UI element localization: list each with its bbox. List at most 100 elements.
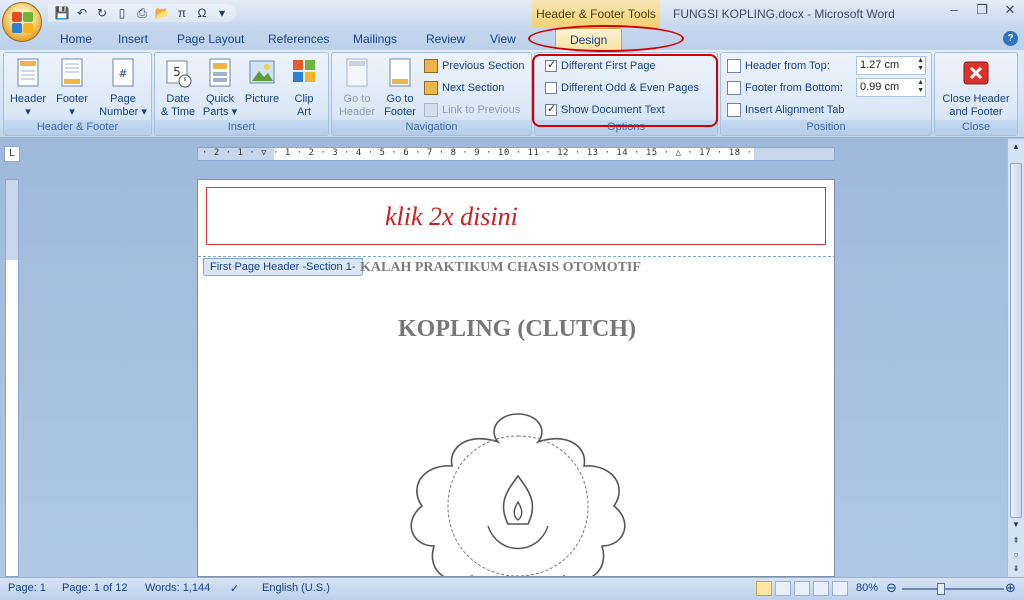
svg-text:5: 5	[173, 65, 181, 79]
help-icon[interactable]: ?	[1003, 31, 1018, 46]
tab-insert[interactable]: Insert	[118, 32, 148, 46]
header-from-top-label-row: Header from Top:	[727, 57, 830, 75]
office-button[interactable]	[2, 2, 42, 42]
close-icon[interactable]: ✕	[1002, 2, 1018, 18]
new-document-icon[interactable]: ▯	[114, 5, 130, 21]
vertical-scrollbar[interactable]: ▲ ▼ ⇞ ○ ⇟	[1007, 139, 1024, 577]
save-icon[interactable]: 💾	[54, 5, 70, 21]
full-screen-reading-view-icon[interactable]	[775, 581, 791, 596]
clip-art-button[interactable]: Clip Art	[285, 57, 323, 119]
tab-mailings[interactable]: Mailings	[353, 32, 397, 46]
quick-parts-button[interactable]: Quick Parts ▾	[201, 57, 239, 119]
footer-from-bottom-label-row: Footer from Bottom:	[727, 79, 843, 97]
design-tab-highlight	[528, 25, 684, 52]
previous-section-button[interactable]: Previous Section	[424, 57, 525, 75]
scrollbar-thumb[interactable]	[1010, 163, 1022, 518]
document-heading: KOPLING (CLUTCH)	[397, 316, 636, 342]
page-number-button[interactable]: # Page Number ▾	[98, 57, 148, 119]
header-annotation-text: klik 2x disini	[385, 202, 518, 231]
link-to-previous-button[interactable]: Link to Previous	[424, 101, 520, 119]
goto-header-label-2: Header	[338, 106, 376, 118]
next-page-icon[interactable]: ⇟	[1010, 563, 1022, 575]
web-layout-view-icon[interactable]	[794, 581, 810, 596]
header-separator-line	[198, 256, 834, 257]
horizontal-ruler[interactable]: · 2 · 1 · ▽ · 1 · 2 · 3 · 4 · 5 · 6 · 7 …	[197, 147, 835, 161]
group-header-footer: Header ▾ Footer ▾ # Page Number ▾ Header & …	[3, 52, 152, 136]
tab-selector-button[interactable]: L	[4, 146, 20, 162]
clip-art-label-2: Art	[296, 106, 312, 118]
zoom-slider-track[interactable]	[902, 588, 1004, 590]
insert-alignment-tab-label: Insert Alignment Tab	[745, 104, 845, 116]
page-number-label-1: Page	[110, 93, 136, 105]
status-page-of[interactable]: Page: 1 of 12	[62, 582, 127, 594]
status-bar: Page: 1 Page: 1 of 12 Words: 1,144 ✓ Eng…	[0, 577, 1024, 600]
goto-header-button[interactable]: Go to Header	[336, 57, 378, 119]
goto-footer-label-1: Go to	[386, 93, 414, 105]
footer-from-bottom-input[interactable]: 0.99 cm ▲ ▼	[856, 78, 926, 97]
spinner-arrows-icon[interactable]: ▲ ▼	[917, 57, 924, 73]
header-button[interactable]: Header ▾	[8, 57, 48, 119]
restore-icon[interactable]: ❐	[974, 2, 990, 18]
draft-view-icon[interactable]	[832, 581, 848, 596]
goto-header-icon	[346, 58, 368, 87]
spinner-arrows-icon[interactable]: ▲ ▼	[917, 79, 924, 95]
footer-button[interactable]: Footer ▾	[52, 57, 92, 119]
tab-review[interactable]: Review	[426, 32, 465, 46]
group-insert: 5 Date & Time Quick Parts ▾ Picture Clip Ar…	[154, 52, 329, 136]
symbol-icon[interactable]: Ω	[194, 5, 210, 21]
redo-icon[interactable]: ↻	[94, 5, 110, 21]
insert-alignment-tab-button[interactable]: Insert Alignment Tab	[727, 101, 844, 119]
scroll-down-icon[interactable]: ▼	[1010, 519, 1022, 531]
header-icon	[17, 58, 39, 87]
tab-home[interactable]: Home	[60, 32, 92, 46]
goto-header-label-1: Go to	[343, 93, 371, 105]
print-preview-icon[interactable]: ⎙	[134, 5, 150, 21]
previous-page-icon[interactable]: ⇞	[1010, 535, 1022, 547]
goto-footer-button[interactable]: Go to Footer	[379, 57, 421, 119]
tab-page-layout[interactable]: Page Layout	[177, 32, 244, 46]
next-section-button[interactable]: Next Section	[424, 79, 504, 97]
customize-qat-icon[interactable]: ▾	[214, 5, 230, 21]
picture-button[interactable]: Picture	[242, 57, 282, 106]
group-label-header-footer: Header & Footer	[4, 120, 151, 135]
status-page[interactable]: Page: 1	[8, 582, 46, 594]
scroll-up-icon[interactable]: ▲	[1010, 141, 1022, 153]
window-title: FUNGSI KOPLING.docx - Microsoft Word	[673, 7, 895, 21]
vertical-ruler[interactable]	[5, 179, 19, 577]
close-header-footer-button[interactable]: Close Header and Footer	[937, 57, 1015, 119]
open-folder-icon[interactable]: 📂	[154, 5, 170, 21]
document-workspace: L · 2 · 1 · ▽ · 1 · 2 · 3 · 4 · 5 · 6 · …	[0, 139, 1024, 577]
close-red-x-icon	[963, 61, 989, 85]
document-page[interactable]: klik 2x disini First Page Header -Sectio…	[197, 179, 835, 577]
quick-access-toolbar: 💾 ↶ ↻ ▯ ⎙ 📂 π Ω ▾	[48, 4, 236, 22]
group-label-close: Close	[935, 120, 1017, 135]
header-from-top-input[interactable]: 1.27 cm ▲ ▼	[856, 56, 926, 75]
group-label-navigation: Navigation	[332, 120, 531, 135]
status-language[interactable]: English (U.S.)	[262, 582, 330, 594]
zoom-out-icon[interactable]: ⊖	[886, 580, 897, 596]
undo-icon[interactable]: ↶	[74, 5, 90, 21]
close-header-label-2: and Footer	[949, 106, 1003, 118]
header-from-top-label: Header from Top:	[745, 60, 830, 72]
tab-references[interactable]: References	[268, 32, 329, 46]
zoom-level[interactable]: 80%	[856, 582, 878, 594]
zoom-slider-thumb[interactable]	[937, 583, 945, 595]
date-time-label-1: Date	[166, 93, 190, 105]
tab-view[interactable]: View	[490, 32, 516, 46]
ruler-ticks: · 2 · 1 · ▽ · 1 · 2 · 3 · 4 · 5 · 6 · 7 …	[202, 148, 753, 158]
print-layout-view-icon[interactable]	[756, 581, 772, 596]
header-content-area[interactable]: klik 2x disini	[206, 187, 826, 245]
date-time-button[interactable]: 5 Date & Time	[159, 57, 197, 119]
emblem-image	[410, 413, 626, 576]
outline-view-icon[interactable]	[813, 581, 829, 596]
alignment-tab-icon	[727, 103, 741, 117]
footer-button-label: Footer	[56, 93, 88, 105]
date-time-label-2: & Time	[160, 106, 196, 118]
zoom-in-icon[interactable]: ⊕	[1005, 580, 1016, 596]
select-browse-object-icon[interactable]: ○	[1010, 549, 1022, 561]
equation-icon[interactable]: π	[174, 5, 190, 21]
minimize-icon[interactable]: –	[946, 2, 962, 18]
status-word-count[interactable]: Words: 1,144	[145, 582, 210, 594]
proofing-icon[interactable]: ✓	[230, 582, 239, 595]
group-position: Header from Top: 1.27 cm ▲ ▼ Footer from …	[720, 52, 932, 136]
